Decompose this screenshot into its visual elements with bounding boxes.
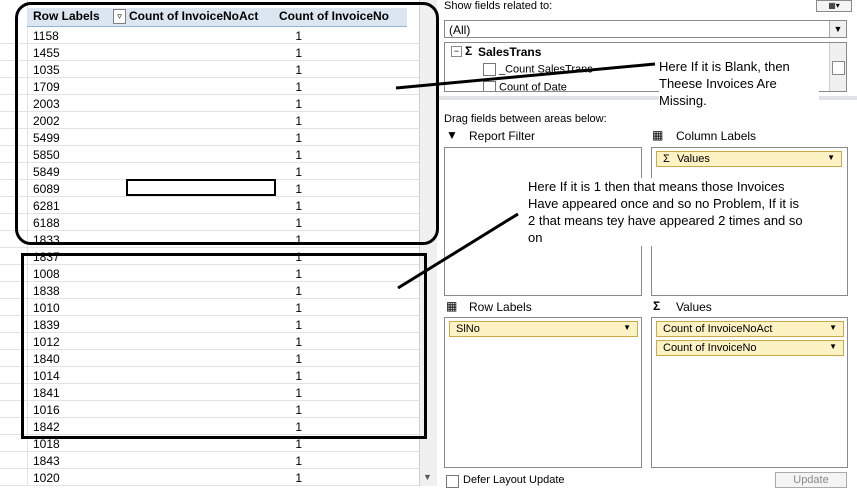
count-invoiceno-cell[interactable]: 1 — [352, 437, 420, 451]
filter-icon: ▼ — [446, 128, 458, 142]
row-labels-area[interactable]: SlNo ▼ — [444, 317, 642, 468]
table-name: SalesTrans — [478, 45, 542, 59]
field-item-count-salestrans[interactable]: _Count SalesTrans — [483, 63, 593, 76]
row-label-cell[interactable]: 1843 — [33, 454, 60, 468]
checkbox[interactable] — [483, 63, 496, 76]
layout-icon: ▦▾ — [828, 1, 840, 10]
chip-label: Values — [677, 153, 710, 165]
count-invoiceno-chip[interactable]: Count of InvoiceNo ▼ — [656, 340, 844, 356]
drag-fields-label: Drag fields between areas below: — [444, 113, 607, 125]
chevron-down-icon[interactable]: ▼ — [827, 153, 835, 162]
report-filter-title: Report Filter — [469, 129, 536, 143]
blank-note: Here If it is Blank, then Theese Invoice… — [659, 58, 819, 109]
row-label-cell[interactable]: 1020 — [33, 471, 60, 485]
chevron-down-icon[interactable]: ▼ — [829, 21, 846, 37]
chip-label: Count of InvoiceNoAct — [663, 323, 773, 335]
field-label: _Count SalesTrans — [499, 63, 593, 76]
defer-layout-label: Defer Layout Update — [463, 474, 565, 486]
collapse-icon[interactable]: − — [451, 46, 462, 57]
chip-label: SlNo — [456, 323, 480, 335]
values-title: Values — [676, 300, 712, 314]
layout-options-button[interactable]: ▦▾ — [816, 0, 852, 12]
row-labels-title: Row Labels — [469, 300, 532, 314]
values-chip[interactable]: Σ Values ▼ — [656, 151, 842, 167]
chevron-down-icon[interactable]: ▼ — [829, 323, 837, 332]
related-select-value: (All) — [449, 23, 471, 37]
count-invoicenoact-cell[interactable]: 1 — [227, 454, 302, 468]
sigma-icon: Σ — [663, 153, 670, 165]
count-invoicenoact-chip[interactable]: Count of InvoiceNoAct ▼ — [656, 321, 844, 337]
one-note: Here If it is 1 then that means those In… — [528, 178, 803, 246]
field-item-count-of-date[interactable]: Count of Date — [483, 81, 567, 92]
column-labels-title: Column Labels — [676, 129, 757, 143]
scroll-down-icon[interactable]: ▼ — [423, 472, 432, 482]
checkbox[interactable] — [483, 81, 496, 91]
slno-chip[interactable]: SlNo ▼ — [449, 321, 638, 337]
show-fields-label: Show fields related to: — [444, 0, 553, 12]
sigma-icon: Σ — [465, 44, 473, 58]
column-labels-icon: ▦ — [652, 128, 664, 142]
defer-layout-checkbox[interactable] — [446, 475, 459, 488]
row-label-cell[interactable]: 1018 — [33, 437, 60, 451]
chevron-down-icon[interactable]: ▼ — [623, 323, 631, 332]
count-invoiceno-cell[interactable]: 1 — [352, 454, 420, 468]
annotation-box-bottom — [21, 253, 427, 439]
count-invoicenoact-cell[interactable]: 1 — [227, 437, 302, 451]
annotation-box-top — [15, 2, 439, 245]
count-invoiceno-cell[interactable]: 1 — [352, 471, 420, 485]
field-list-scrollbar[interactable] — [829, 43, 846, 91]
chevron-down-icon[interactable]: ▼ — [829, 342, 837, 351]
field-label: Count of Date — [499, 81, 567, 92]
values-area[interactable]: Count of InvoiceNoAct ▼ Count of InvoiceN… — [651, 317, 848, 468]
sigma-icon: Σ — [653, 299, 661, 313]
chip-label: Count of InvoiceNo — [663, 342, 757, 354]
count-invoicenoact-cell[interactable]: 1 — [227, 471, 302, 485]
related-table-select[interactable]: (All) ▼ — [444, 20, 847, 38]
row-labels-icon: ▦ — [446, 299, 458, 313]
table-row[interactable]: 184311 — [27, 452, 407, 469]
table-row[interactable]: 102011 — [27, 469, 407, 486]
scroll-thumb[interactable] — [832, 61, 845, 75]
